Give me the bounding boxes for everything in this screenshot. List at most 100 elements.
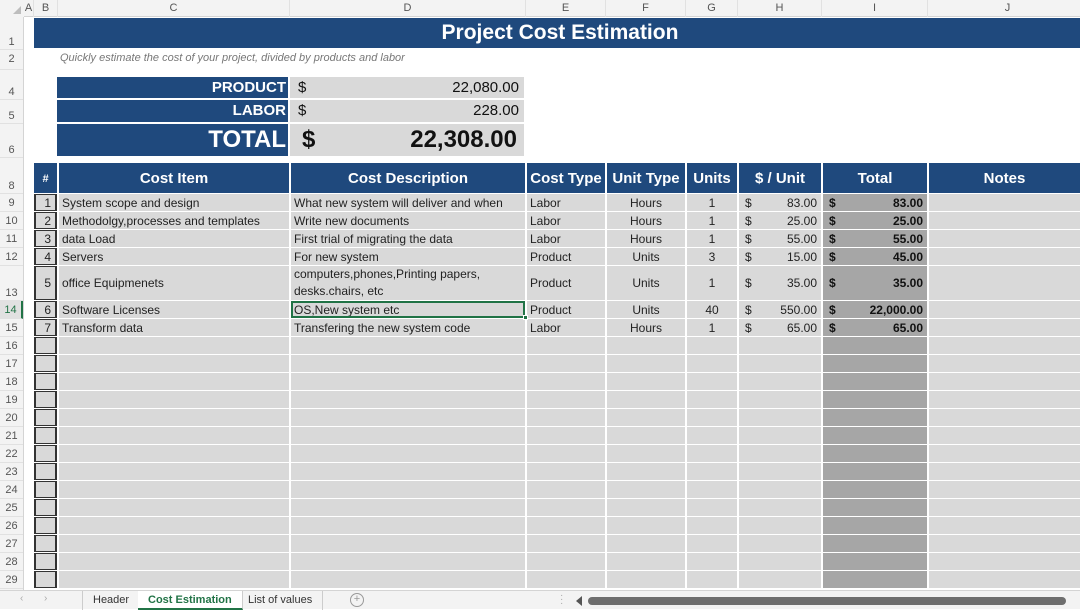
cost-item-cell[interactable] bbox=[59, 445, 289, 462]
notes-cell[interactable] bbox=[929, 266, 1080, 300]
per-unit-cell[interactable] bbox=[739, 499, 821, 516]
notes-cell[interactable] bbox=[929, 571, 1080, 588]
units-cell[interactable] bbox=[687, 427, 737, 444]
unit-type-cell[interactable] bbox=[607, 445, 685, 462]
column-header-c[interactable]: C bbox=[58, 0, 290, 17]
page-title[interactable]: Project Cost Estimation bbox=[34, 18, 1080, 48]
notes-cell[interactable] bbox=[929, 517, 1080, 534]
total-cell[interactable] bbox=[823, 427, 927, 444]
units-cell[interactable]: 1 bbox=[687, 266, 737, 300]
unit-type-cell[interactable] bbox=[607, 571, 685, 588]
row-header-1[interactable]: 1 bbox=[0, 18, 23, 50]
select-all-corner[interactable] bbox=[0, 0, 24, 17]
total-cell[interactable] bbox=[823, 409, 927, 426]
plus-circle-icon[interactable]: + bbox=[350, 593, 364, 607]
cost-description-cell[interactable] bbox=[291, 463, 525, 480]
column-header-a[interactable]: A bbox=[24, 0, 34, 17]
row-number[interactable] bbox=[34, 337, 57, 354]
per-unit-cell[interactable] bbox=[739, 445, 821, 462]
cost-description-cell[interactable] bbox=[291, 373, 525, 390]
cost-item-cell[interactable]: Methodolgy,processes and templates bbox=[59, 212, 289, 229]
header-unit-type[interactable]: Unit Type bbox=[607, 163, 685, 193]
total-cell[interactable]: $22,000.00 bbox=[823, 301, 927, 318]
cost-description-cell[interactable]: First trial of migrating the data bbox=[291, 230, 525, 247]
row-number[interactable]: 4 bbox=[34, 248, 57, 265]
unit-type-cell[interactable]: Units bbox=[607, 248, 685, 265]
units-cell[interactable]: 1 bbox=[687, 194, 737, 211]
cost-description-cell[interactable] bbox=[291, 499, 525, 516]
unit-type-cell[interactable]: Hours bbox=[607, 212, 685, 229]
total-cell[interactable] bbox=[823, 391, 927, 408]
column-header-h[interactable]: H bbox=[738, 0, 822, 17]
cost-description-cell[interactable] bbox=[291, 571, 525, 588]
per-unit-cell[interactable] bbox=[739, 481, 821, 498]
cost-item-cell[interactable]: System scope and design bbox=[59, 194, 289, 211]
cost-item-cell[interactable] bbox=[59, 481, 289, 498]
total-cell[interactable]: $25.00 bbox=[823, 212, 927, 229]
cost-description-cell[interactable] bbox=[291, 391, 525, 408]
row-number[interactable]: 2 bbox=[34, 212, 57, 229]
scroll-left-icon[interactable] bbox=[576, 596, 582, 606]
notes-cell[interactable] bbox=[929, 194, 1080, 211]
row-header-22[interactable]: 22 bbox=[0, 445, 23, 463]
notes-cell[interactable] bbox=[929, 355, 1080, 372]
cost-description-cell[interactable]: Write new documents bbox=[291, 212, 525, 229]
row-header-18[interactable]: 18 bbox=[0, 373, 23, 391]
per-unit-cell[interactable]: $35.00 bbox=[739, 266, 821, 300]
cost-type-cell[interactable] bbox=[527, 481, 605, 498]
notes-cell[interactable] bbox=[929, 337, 1080, 354]
cost-description-cell[interactable] bbox=[291, 553, 525, 570]
cost-item-cell[interactable] bbox=[59, 391, 289, 408]
units-cell[interactable] bbox=[687, 391, 737, 408]
column-header-f[interactable]: F bbox=[606, 0, 686, 17]
row-header-17[interactable]: 17 bbox=[0, 355, 23, 373]
units-cell[interactable] bbox=[687, 337, 737, 354]
unit-type-cell[interactable] bbox=[607, 481, 685, 498]
per-unit-cell[interactable] bbox=[739, 391, 821, 408]
unit-type-cell[interactable] bbox=[607, 535, 685, 552]
cost-description-cell[interactable] bbox=[291, 409, 525, 426]
row-number[interactable] bbox=[34, 535, 57, 552]
cost-type-cell[interactable] bbox=[527, 445, 605, 462]
unit-type-cell[interactable]: Hours bbox=[607, 194, 685, 211]
cost-item-cell[interactable]: Servers bbox=[59, 248, 289, 265]
cost-type-cell[interactable]: Product bbox=[527, 248, 605, 265]
row-number[interactable] bbox=[34, 409, 57, 426]
row-header-2[interactable]: 2 bbox=[0, 49, 23, 70]
cost-type-cell[interactable] bbox=[527, 499, 605, 516]
cost-description-cell[interactable] bbox=[291, 337, 525, 354]
row-header-27[interactable]: 27 bbox=[0, 535, 23, 553]
cost-type-cell[interactable] bbox=[527, 427, 605, 444]
row-number[interactable] bbox=[34, 499, 57, 516]
row-header-9[interactable]: 9 bbox=[0, 194, 23, 212]
unit-type-cell[interactable] bbox=[607, 337, 685, 354]
per-unit-cell[interactable]: $550.00 bbox=[739, 301, 821, 318]
cost-item-cell[interactable] bbox=[59, 553, 289, 570]
row-number[interactable] bbox=[34, 571, 57, 588]
notes-cell[interactable] bbox=[929, 319, 1080, 336]
cost-description-cell[interactable] bbox=[291, 481, 525, 498]
units-cell[interactable] bbox=[687, 481, 737, 498]
chevron-left-icon[interactable]: ‹ bbox=[20, 593, 23, 604]
horizontal-scrollbar[interactable] bbox=[588, 597, 1066, 605]
cost-item-cell[interactable]: Software Licenses bbox=[59, 301, 289, 318]
notes-cell[interactable] bbox=[929, 230, 1080, 247]
more-options-icon[interactable]: · · · bbox=[560, 591, 563, 609]
cost-item-cell[interactable]: data Load bbox=[59, 230, 289, 247]
tab-header[interactable]: Header bbox=[82, 591, 141, 610]
row-header-23[interactable]: 23 bbox=[0, 463, 23, 481]
cost-description-cell[interactable] bbox=[291, 355, 525, 372]
units-cell[interactable] bbox=[687, 445, 737, 462]
notes-cell[interactable] bbox=[929, 427, 1080, 444]
row-number[interactable] bbox=[34, 391, 57, 408]
cost-type-cell[interactable] bbox=[527, 553, 605, 570]
total-cell[interactable] bbox=[823, 535, 927, 552]
cost-type-cell[interactable] bbox=[527, 463, 605, 480]
header-cost-item[interactable]: Cost Item bbox=[59, 163, 289, 193]
notes-cell[interactable] bbox=[929, 301, 1080, 318]
cost-item-cell[interactable] bbox=[59, 337, 289, 354]
notes-cell[interactable] bbox=[929, 248, 1080, 265]
row-header-20[interactable]: 20 bbox=[0, 409, 23, 427]
per-unit-cell[interactable]: $15.00 bbox=[739, 248, 821, 265]
total-cell[interactable] bbox=[823, 553, 927, 570]
